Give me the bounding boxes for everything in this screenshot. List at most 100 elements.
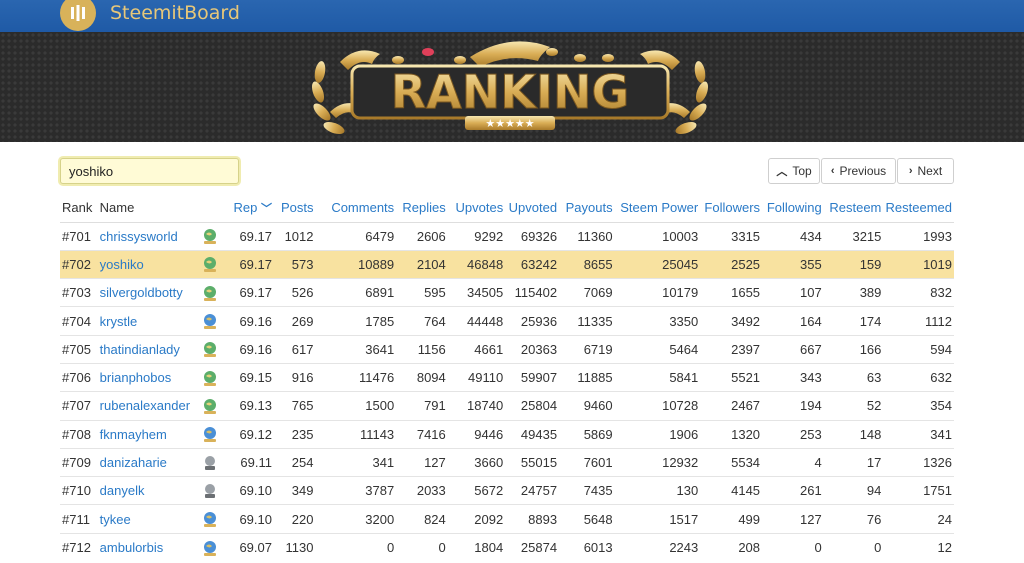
cell-sp: 5841 (614, 362, 701, 392)
cell-rank: #706 (60, 362, 98, 392)
cell-comments: 11143 (315, 419, 397, 449)
cell-comments: 3787 (315, 476, 397, 505)
cell-sp: 12932 (614, 447, 701, 477)
table-row: #708 fknmayhem 69.12 235 11143 7416 9446 49435 5… (60, 419, 954, 449)
cell-comments: 1785 (315, 306, 397, 336)
cell-upvoted: 25874 (505, 532, 560, 562)
cell-name[interactable]: yoshiko (97, 249, 199, 279)
cell-name[interactable]: krystle (97, 306, 199, 336)
header-rep[interactable]: Rep ﹀ (230, 194, 274, 223)
earth-badge-icon[interactable] (201, 340, 219, 358)
moon-badge-icon[interactable] (201, 454, 219, 472)
cell-followers: 1320 (700, 419, 763, 449)
cell-replies: 7416 (396, 419, 448, 449)
cell-followers: 4145 (700, 476, 763, 505)
globe-badge-icon[interactable] (201, 539, 219, 557)
header-comments[interactable]: Comments (315, 194, 397, 223)
cell-rank: #709 (60, 447, 98, 477)
cell-resteemed: 354 (883, 391, 954, 421)
header-payouts[interactable]: Payouts (559, 194, 615, 223)
ranking-table: Rank Name Rep ﹀ Posts Comments Replies U… (60, 194, 954, 562)
cell-name[interactable]: danyelk (97, 476, 199, 505)
cell-upvotes: 34505 (447, 278, 506, 307)
banner-stars: ★★★★★ (485, 117, 534, 130)
cell-followers: 208 (700, 532, 763, 562)
cell-sp: 5464 (614, 334, 701, 364)
globe-badge-icon[interactable] (201, 312, 219, 330)
cell-sp: 3350 (614, 306, 701, 336)
cell-following: 343 (762, 362, 824, 392)
cell-rep: 69.16 (230, 306, 274, 336)
earth-badge-icon[interactable] (201, 227, 219, 245)
badge-cell (199, 504, 231, 534)
cell-following: 4 (762, 447, 824, 477)
header-posts[interactable]: Posts (273, 194, 316, 223)
header-replies[interactable]: Replies (396, 194, 448, 223)
cell-resteemed: 1019 (883, 249, 954, 279)
cell-rep: 69.15 (230, 362, 274, 392)
moon-badge-icon[interactable] (201, 482, 219, 500)
header-upvoted[interactable]: Upvoted (505, 194, 560, 223)
earth-badge-icon[interactable] (201, 255, 219, 273)
earth-badge-icon[interactable] (201, 284, 219, 302)
previous-button[interactable]: ‹ Previous (821, 158, 896, 184)
cell-name[interactable]: ambulorbis (97, 532, 199, 562)
cell-replies: 2104 (396, 249, 448, 279)
cell-resteem: 94 (823, 476, 884, 505)
cell-posts: 220 (273, 504, 316, 534)
brand-name[interactable]: SteemitBoard (110, 2, 240, 24)
cell-resteem: 3215 (823, 221, 884, 251)
globe-badge-icon[interactable] (201, 510, 219, 528)
badge-cell (199, 447, 231, 477)
cell-sp: 1906 (614, 419, 701, 449)
header-following[interactable]: Following (762, 194, 824, 223)
globe-badge-icon[interactable] (201, 425, 219, 443)
cell-sp: 10728 (614, 391, 701, 421)
header-upvotes[interactable]: Upvotes (447, 194, 506, 223)
earth-badge-icon[interactable] (201, 369, 219, 387)
cell-comments: 6479 (315, 221, 397, 251)
cell-resteemed: 341 (883, 419, 954, 449)
cell-name[interactable]: tykee (97, 504, 199, 534)
cell-name[interactable]: chrissysworld (97, 221, 199, 251)
whale-icon (470, 41, 550, 67)
cell-sp: 25045 (614, 249, 701, 279)
cell-name[interactable]: fknmayhem (97, 419, 199, 449)
cell-resteemed: 832 (883, 278, 954, 307)
cell-resteemed: 632 (883, 362, 954, 392)
search-input[interactable] (60, 158, 239, 184)
top-button[interactable]: ︿ Top (768, 158, 820, 184)
earth-badge-icon[interactable] (201, 397, 219, 415)
cell-name[interactable]: silvergoldbotty (97, 278, 199, 307)
cell-followers: 5534 (700, 447, 763, 477)
header-resteemed[interactable]: Resteemed (883, 194, 954, 223)
cell-name[interactable]: danizaharie (97, 447, 199, 477)
cell-resteem: 174 (823, 306, 884, 336)
cell-upvotes: 3660 (447, 447, 506, 477)
cell-comments: 11476 (315, 362, 397, 392)
cell-name[interactable]: rubenalexander (97, 391, 199, 421)
cell-resteem: 76 (823, 504, 884, 534)
header-followers[interactable]: Followers (700, 194, 763, 223)
cell-comments: 1500 (315, 391, 397, 421)
cell-followers: 1655 (700, 278, 763, 307)
cell-upvotes: 9446 (447, 419, 506, 449)
cell-posts: 573 (273, 249, 316, 279)
cell-posts: 1012 (273, 221, 316, 251)
cell-following: 434 (762, 221, 824, 251)
cell-following: 253 (762, 419, 824, 449)
header-steem-power[interactable]: Steem Power (614, 194, 701, 223)
cell-upvoted: 8893 (505, 504, 560, 534)
cell-rep: 69.13 (230, 391, 274, 421)
cell-name[interactable]: brianphobos (97, 362, 199, 392)
cell-rank: #707 (60, 391, 98, 421)
cell-upvotes: 9292 (447, 221, 506, 251)
badge-cell (199, 249, 231, 279)
logo-icon[interactable] (60, 0, 96, 31)
cell-posts: 269 (273, 306, 316, 336)
cell-name[interactable]: thatindianlady (97, 334, 199, 364)
cell-rep: 69.10 (230, 504, 274, 534)
next-button[interactable]: › Next (897, 158, 954, 184)
header-resteem[interactable]: Resteem (823, 194, 884, 223)
cell-rep: 69.07 (230, 532, 274, 562)
